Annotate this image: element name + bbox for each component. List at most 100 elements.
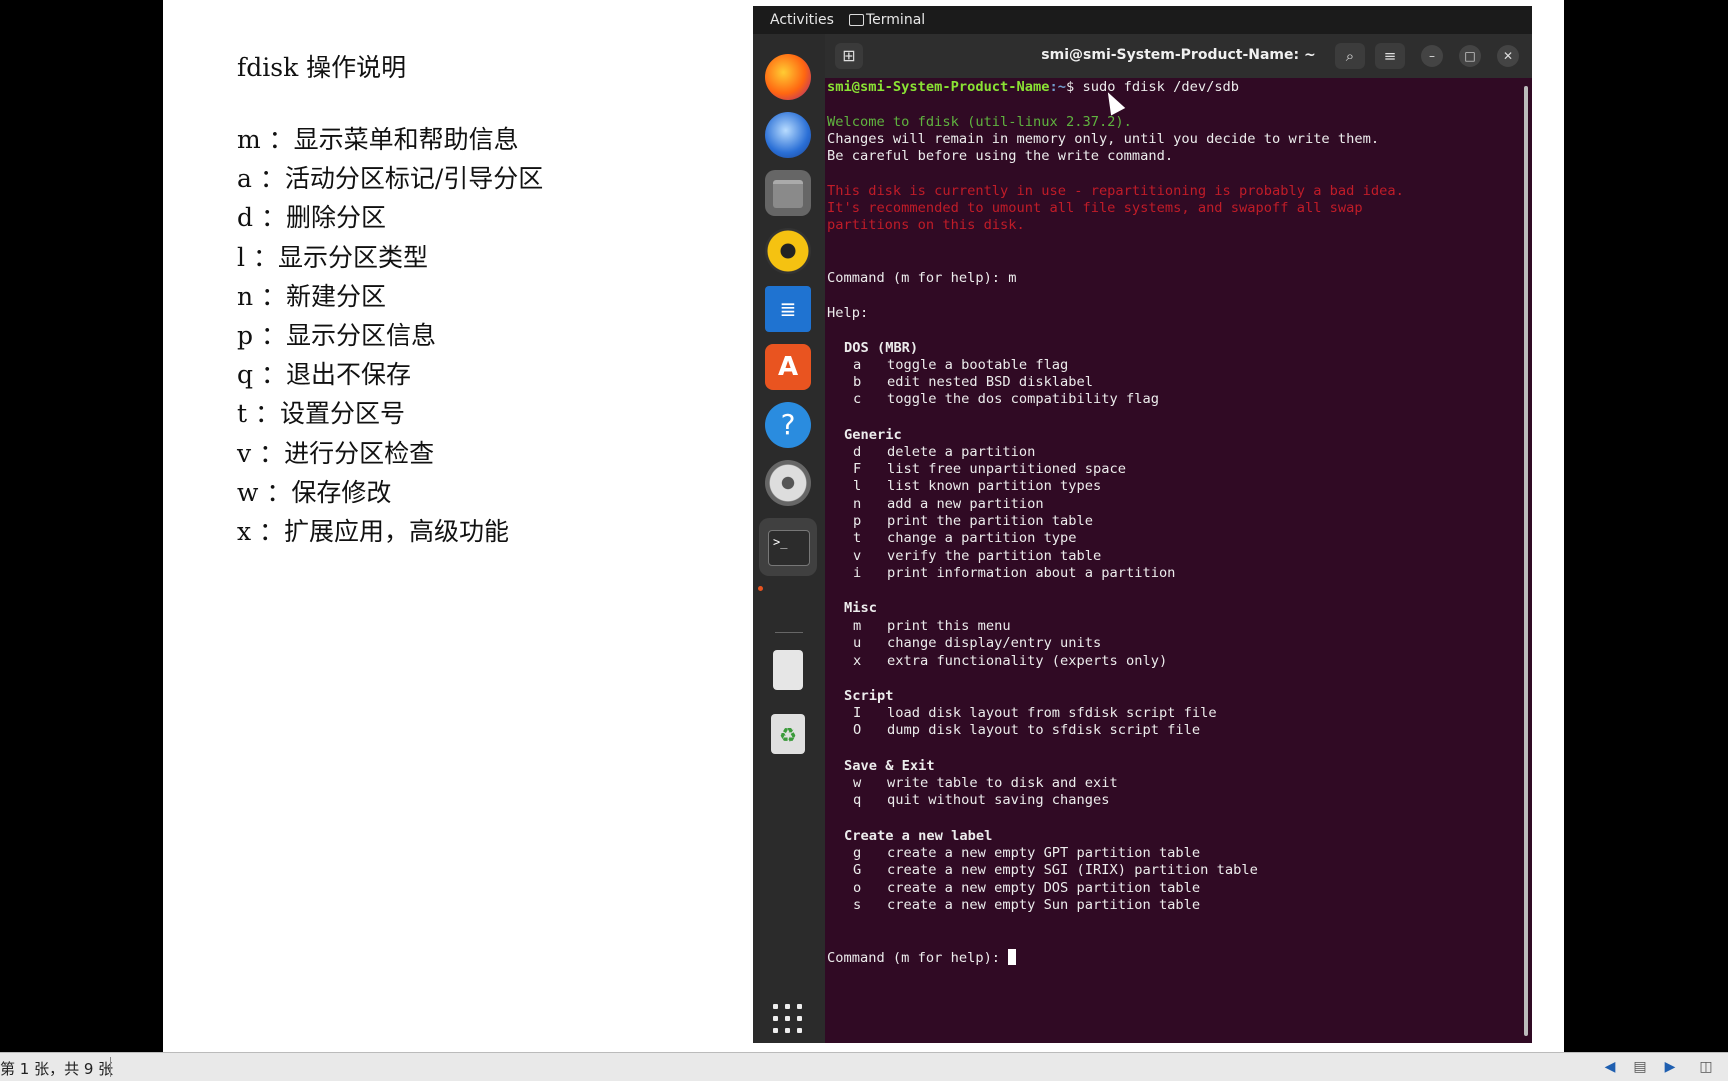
help-desc: delete a partition: [887, 444, 1036, 460]
help-key: m: [853, 618, 862, 634]
note-line: x ：扩展应用，高级功能: [237, 516, 510, 546]
minimize-button[interactable]: –: [1421, 45, 1443, 67]
warning-line: This disk is currently in use - repartit…: [827, 183, 1404, 199]
welcome-line: Welcome to fdisk (util-linux 2.37.2).: [827, 114, 1132, 130]
terminal-icon-active[interactable]: >_: [759, 518, 817, 576]
section-heading: Save & Exit: [844, 758, 935, 774]
help-key: l: [853, 478, 862, 494]
app-center-icon[interactable]: A: [765, 344, 811, 390]
help-desc: change display/entry units: [887, 635, 1102, 651]
activities-button[interactable]: Activities: [770, 12, 834, 28]
note-line: t ：设置分区号: [237, 399, 405, 429]
help-desc: create a new empty SGI (IRIX) partition …: [887, 862, 1258, 878]
terminal-app-label: Terminal: [866, 12, 926, 28]
careful-line: Be careful before using the write comman…: [827, 148, 1174, 164]
section-heading: Script: [844, 688, 894, 704]
help-key: n: [853, 496, 862, 512]
dock-separator: [775, 632, 803, 633]
minimize-icon: –: [1429, 49, 1435, 63]
help-desc: add a new partition: [887, 496, 1044, 512]
prompt-symbol: $: [1065, 79, 1083, 95]
help-key: u: [853, 635, 862, 651]
help-desc: create a new empty Sun partition table: [887, 897, 1201, 913]
help-key: O: [853, 722, 862, 738]
help-key: s: [853, 897, 862, 913]
help-desc: extra functionality (experts only): [887, 653, 1168, 669]
terminal-app-menu[interactable]: Terminal: [849, 12, 926, 28]
help-key: F: [853, 461, 862, 477]
changes-line: Changes will remain in memory only, unti…: [827, 131, 1380, 147]
fdisk-notes: fdisk 操作说明 m ：显示菜单和帮助信息 a ：活动分区标记/引导分区 d…: [237, 48, 543, 551]
help-desc: print information about a partition: [887, 565, 1176, 581]
help-key: d: [853, 444, 862, 460]
command-prompt-line: Command (m for help): m: [827, 270, 1017, 286]
terminal-scrollbar[interactable]: [1524, 86, 1528, 1036]
warning-line: It's recommended to umount all file syst…: [827, 200, 1363, 216]
previous-slide-icon[interactable]: ◀: [1602, 1059, 1618, 1075]
show-apps-grid-icon[interactable]: [773, 1004, 805, 1036]
command-prompt-line: Command (m for help):: [827, 949, 1017, 966]
trash-icon[interactable]: ♻: [771, 714, 805, 754]
section-heading: Create a new label: [844, 828, 993, 844]
note-line: l ：显示分区类型: [237, 242, 428, 272]
help-key: a: [853, 357, 862, 373]
help-desc: load disk layout from sfdisk script file: [887, 705, 1217, 721]
help-desc: change a partition type: [887, 530, 1077, 546]
note-line: w ：保存修改: [237, 477, 392, 507]
usb-drive-icon[interactable]: [773, 650, 803, 690]
help-key: t: [853, 530, 862, 546]
close-button[interactable]: ✕: [1497, 45, 1519, 67]
slide-counter: 第 1 张，共 9 张: [0, 1060, 114, 1078]
help-label: Help:: [827, 305, 869, 321]
ubuntu-screenshot: Activities Terminal ≣ A ? >_ ♻ ⊞ smi@smi…: [753, 6, 1532, 1043]
menu-button[interactable]: ≡: [1375, 43, 1405, 69]
help-key: w: [853, 775, 862, 791]
ubuntu-dock: ≣ A ? >_ ♻: [753, 34, 825, 1043]
help-icon[interactable]: ?: [765, 402, 811, 448]
help-key: c: [853, 391, 862, 407]
help-desc: print the partition table: [887, 513, 1094, 529]
presentation-status-bar: 第 1 张，共 9 张 ◀ ▤ ▶ ◫: [0, 1052, 1728, 1081]
terminal-output[interactable]: smi@smi-System-Product-Name:~$ sudo fdis…: [825, 78, 1525, 1043]
note-line: n ：新建分区: [237, 281, 387, 311]
libreoffice-writer-icon[interactable]: ≣: [765, 286, 811, 332]
normal-view-icon[interactable]: ◫: [1698, 1059, 1714, 1075]
notes-view-icon[interactable]: ▤: [1632, 1059, 1648, 1075]
help-desc: edit nested BSD disklabel: [887, 374, 1094, 390]
terminal-icon: >_: [768, 530, 810, 566]
settings-icon[interactable]: [765, 460, 811, 506]
note-line: p ：显示分区信息: [237, 320, 436, 350]
firefox-icon[interactable]: [765, 54, 811, 100]
running-indicator: [758, 586, 763, 591]
help-desc: toggle a bootable flag: [887, 357, 1069, 373]
files-icon[interactable]: [765, 170, 811, 216]
thunderbird-icon[interactable]: [765, 112, 811, 158]
note-line: m ：显示菜单和帮助信息: [237, 125, 519, 154]
help-desc: list free unpartitioned space: [887, 461, 1126, 477]
rhythmbox-icon[interactable]: [765, 228, 811, 274]
help-desc: create a new empty GPT partition table: [887, 845, 1201, 861]
maximize-icon: □: [1464, 49, 1476, 63]
help-desc: quit without saving changes: [887, 792, 1110, 808]
help-key: g: [853, 845, 862, 861]
note-line: d ：删除分区: [237, 203, 386, 233]
note-line: a ：活动分区标记/引导分区: [237, 164, 544, 194]
command-prompt-text: Command (m for help):: [827, 950, 1009, 966]
note-line: q ：退出不保存: [237, 360, 411, 390]
slide-title: fdisk 操作说明: [237, 53, 407, 82]
help-key: p: [853, 513, 862, 529]
text-cursor: [1008, 949, 1017, 965]
help-key: q: [853, 792, 862, 808]
help-key: G: [853, 862, 862, 878]
help-desc: list known partition types: [887, 478, 1102, 494]
section-heading: Misc: [844, 600, 877, 616]
help-desc: write table to disk and exit: [887, 775, 1118, 791]
section-heading: Generic: [844, 427, 902, 443]
prompt-user: smi@smi-System-Product-Name: [827, 79, 1050, 95]
search-button[interactable]: ⌕: [1335, 43, 1365, 69]
help-key: x: [853, 653, 862, 669]
maximize-button[interactable]: □: [1459, 45, 1481, 67]
terminal-header-bar: ⊞ smi@smi-System-Product-Name: ~ ⌕ ≡ – □…: [825, 34, 1532, 78]
help-key: b: [853, 374, 862, 390]
next-slide-icon[interactable]: ▶: [1662, 1059, 1678, 1075]
